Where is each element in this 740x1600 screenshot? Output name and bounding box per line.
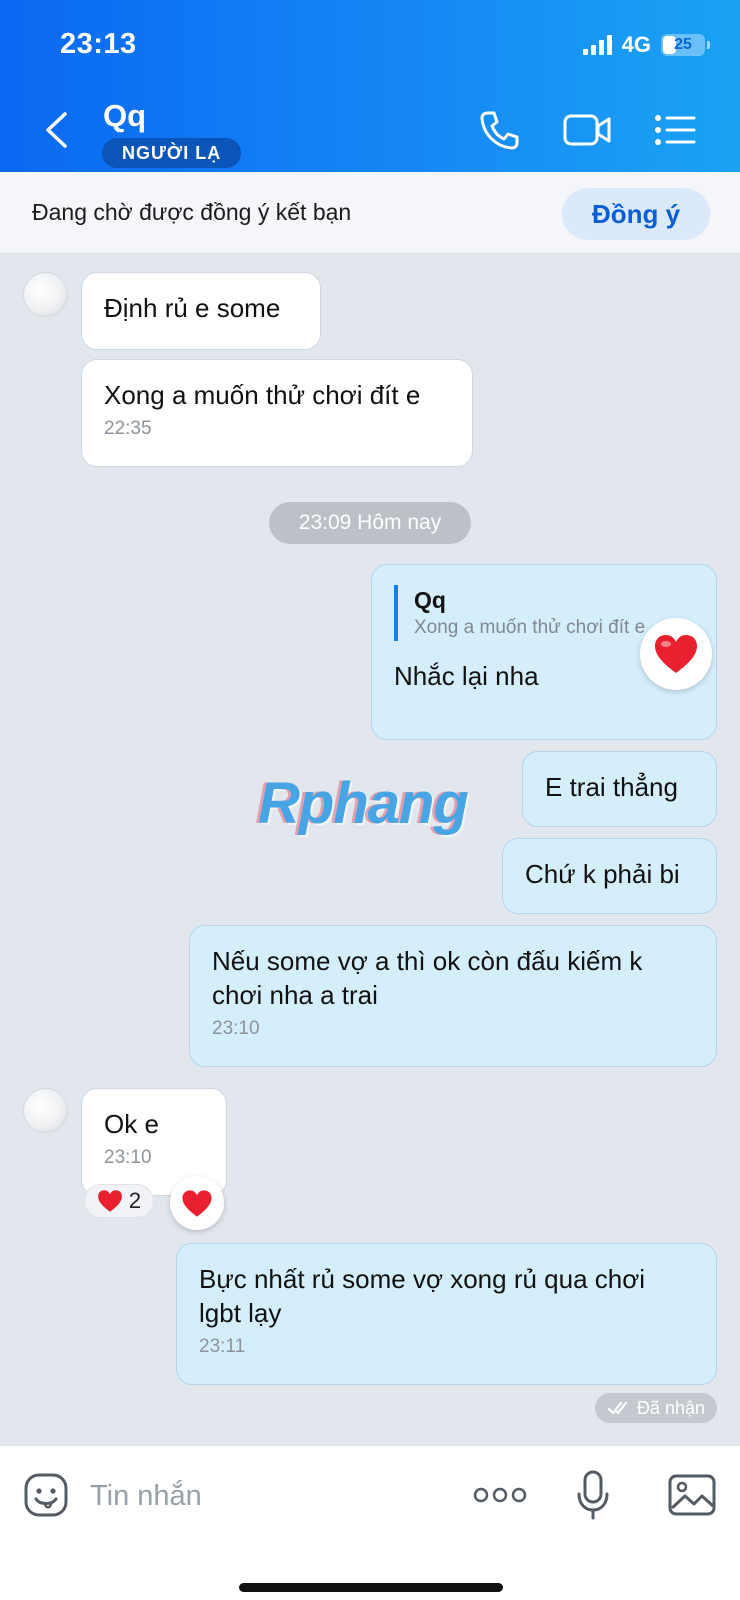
battery-icon: 25 xyxy=(661,34,705,56)
watermark-logo: Rphang xyxy=(258,771,469,836)
message-bubble[interactable]: E trai thẳng xyxy=(522,751,717,827)
date-separator: 23:09 Hôm nay xyxy=(269,502,471,544)
chat-header: 23:13 4G 25 Qq NGƯỜI LẠ xyxy=(0,0,740,172)
heart-icon xyxy=(98,1190,122,1212)
status-time: 23:13 xyxy=(60,28,137,60)
back-icon xyxy=(46,112,67,148)
call-button[interactable] xyxy=(474,108,524,152)
back-button[interactable] xyxy=(38,108,74,152)
message-input-bar: Tin nhắn xyxy=(0,1445,740,1600)
more-button[interactable] xyxy=(472,1470,528,1520)
phone-icon xyxy=(480,111,519,150)
message-bubble[interactable]: Xong a muốn thử chơi đít e 22:35 xyxy=(81,359,473,467)
message-time: 23:10 xyxy=(104,1147,152,1168)
options-button[interactable] xyxy=(650,108,700,152)
message-text: Chứ k phải bi xyxy=(525,859,680,889)
message-text: Xong a muốn thử chơi đít e xyxy=(104,380,421,410)
quote-text: Xong a muốn thử chơi đít e xyxy=(414,617,646,638)
quote-sender: Qq xyxy=(414,587,446,613)
message-bubble[interactable]: Bực nhất rủ some vợ xong rủ qua chơi lgb… xyxy=(176,1243,717,1385)
received-status-text: Đã nhận xyxy=(636,1397,705,1418)
friend-request-text: Đang chờ được đồng ý kết bạn xyxy=(32,199,352,225)
double-check-icon xyxy=(607,1401,628,1415)
message-text: Định rủ e some xyxy=(104,293,281,323)
sticker-button[interactable] xyxy=(22,1470,70,1520)
reaction-button[interactable] xyxy=(170,1176,224,1230)
message-text: Nếu some vợ a thì ok còn đấu kiếm k chơi… xyxy=(212,946,643,1010)
image-icon xyxy=(668,1474,716,1516)
message-bubble[interactable]: Nếu some vợ a thì ok còn đấu kiếm k chơi… xyxy=(189,925,717,1067)
network-type: 4G xyxy=(621,32,651,57)
avatar[interactable] xyxy=(23,1088,68,1133)
reaction-summary[interactable]: 2 xyxy=(84,1184,154,1218)
reaction-count: 2 xyxy=(128,1188,142,1213)
image-button[interactable] xyxy=(668,1470,716,1520)
accept-friend-button[interactable]: Đồng ý xyxy=(562,188,710,240)
received-status-badge: Đã nhận xyxy=(594,1393,717,1423)
message-text: Bực nhất rủ some vợ xong rủ qua chơi lgb… xyxy=(199,1264,646,1328)
more-icon xyxy=(473,1487,527,1503)
status-indicators: 4G 25 xyxy=(582,32,710,58)
message-bubble[interactable]: Chứ k phải bi xyxy=(502,838,717,914)
signal-icon xyxy=(582,35,612,55)
battery-level: 25 xyxy=(674,36,692,53)
message-input[interactable]: Tin nhắn xyxy=(90,1480,202,1513)
menu-icon xyxy=(655,115,696,145)
sticker-icon xyxy=(24,1473,68,1517)
message-time: 23:11 xyxy=(199,1336,246,1357)
message-time: 22:35 xyxy=(104,418,152,439)
message-text: E trai thẳng xyxy=(545,772,678,802)
contact-name[interactable]: Qq xyxy=(103,98,146,134)
avatar[interactable] xyxy=(23,272,68,317)
message-time: 23:10 xyxy=(212,1018,260,1039)
stranger-badge: NGƯỜI LẠ xyxy=(102,138,242,168)
friend-request-bar: Đang chờ được đồng ý kết bạn Đồng ý xyxy=(0,172,740,254)
voice-message-button[interactable] xyxy=(574,1470,612,1520)
home-indicator[interactable] xyxy=(239,1583,503,1592)
video-call-icon xyxy=(563,114,611,146)
message-text: Ok e xyxy=(104,1109,159,1139)
heart-icon xyxy=(182,1189,212,1217)
heart-icon xyxy=(655,635,697,673)
message-bubble[interactable]: Định rủ e some xyxy=(81,272,321,350)
video-call-button[interactable] xyxy=(563,108,613,152)
reaction-button[interactable] xyxy=(640,618,712,690)
microphone-icon xyxy=(577,1470,609,1520)
